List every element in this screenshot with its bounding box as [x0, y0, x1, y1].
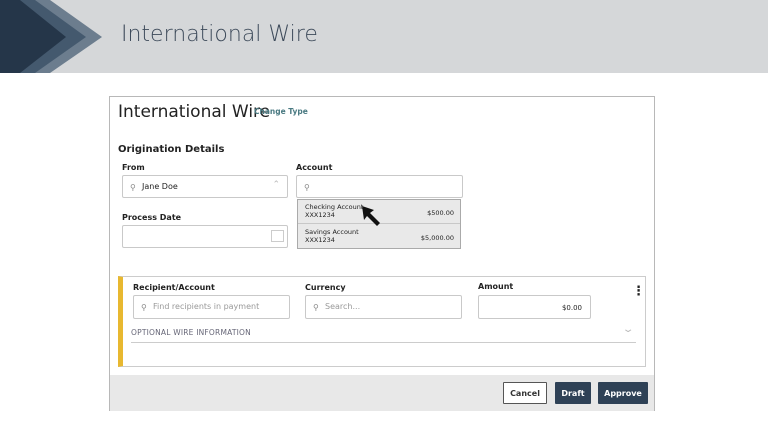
amount-input[interactable]: $0.00	[478, 295, 591, 319]
process-date-field[interactable]	[122, 225, 288, 248]
chevron-up-icon[interactable]: ⌃	[272, 180, 280, 190]
change-type-link[interactable]: Change Type	[254, 107, 308, 116]
divider	[131, 342, 636, 343]
chevron-down-icon[interactable]: ⌄	[622, 324, 635, 335]
search-icon: ⚲	[130, 183, 136, 192]
amount-label: Amount	[478, 282, 514, 291]
from-field[interactable]: ⚲ Jane Doe ⌃	[122, 175, 288, 198]
recipient-label: Recipient/Account	[133, 283, 215, 292]
option-name: Checking Account	[305, 203, 364, 211]
draft-button[interactable]: Draft	[555, 382, 591, 404]
currency-label: Currency	[305, 283, 346, 292]
search-icon: ⚲	[304, 183, 310, 192]
currency-input[interactable]: ⚲ Search...	[305, 295, 462, 319]
from-label: From	[122, 163, 145, 172]
account-label: Account	[296, 163, 333, 172]
calendar-icon[interactable]	[271, 230, 284, 242]
cancel-button[interactable]: Cancel	[503, 382, 547, 404]
search-icon: ⚲	[313, 303, 319, 312]
currency-placeholder: Search...	[325, 302, 361, 311]
payment-row: Recipient/Account ⚲ Find recipients in p…	[118, 276, 646, 367]
page-banner: International Wire	[0, 0, 768, 73]
section-title: Origination Details	[118, 144, 225, 155]
recipient-placeholder: Find recipients in payment	[153, 302, 260, 311]
recipient-input[interactable]: ⚲ Find recipients in payment	[133, 295, 290, 319]
banner-logo-shape	[0, 0, 102, 73]
more-options-icon[interactable]: ⋮	[632, 285, 645, 298]
from-value: Jane Doe	[142, 182, 178, 191]
account-option[interactable]: Savings Account XXX1234 $5,000.00	[298, 225, 460, 249]
wire-form-panel: International Wire Change Type Originati…	[109, 96, 655, 411]
process-date-label: Process Date	[122, 213, 182, 222]
form-footer: Cancel Draft Approve	[110, 375, 654, 411]
option-number: XXX1234	[305, 236, 335, 244]
amount-value: $0.00	[561, 304, 582, 312]
option-balance: $500.00	[427, 209, 454, 217]
option-name: Savings Account	[305, 228, 359, 236]
optional-wire-info-toggle[interactable]: OPTIONAL WIRE INFORMATION	[131, 328, 251, 337]
banner-title: International Wire	[121, 22, 318, 47]
search-icon: ⚲	[141, 303, 147, 312]
mouse-cursor-icon	[362, 206, 380, 226]
form-title: International Wire	[118, 102, 271, 122]
option-balance: $5,000.00	[420, 234, 454, 242]
approve-button[interactable]: Approve	[598, 382, 648, 404]
option-number: XXX1234	[305, 211, 335, 219]
account-field[interactable]: ⚲	[296, 175, 463, 198]
